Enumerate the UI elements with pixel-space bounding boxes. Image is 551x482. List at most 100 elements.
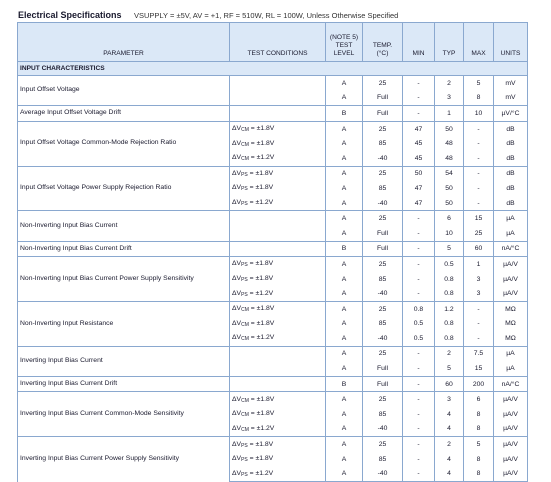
min-cell: -	[402, 361, 435, 377]
level-cell: A	[325, 345, 363, 362]
max-cell: 8	[463, 466, 494, 482]
max-cell: -	[463, 300, 494, 317]
typ-cell: 50	[434, 181, 464, 196]
level-cell: A	[325, 466, 363, 482]
table-row: Input Offset Voltage Common-Mode Rejecti…	[17, 120, 528, 167]
min-cell: 45	[402, 150, 435, 167]
units-cell: µA/V	[493, 256, 528, 272]
typ-cell: 3	[434, 391, 464, 408]
temp-cell: 85	[362, 316, 403, 332]
typ-cell: 0.8	[434, 271, 464, 287]
temp-cell: 85	[362, 136, 403, 151]
max-cell: 1	[463, 256, 494, 272]
min-cell: -	[402, 286, 435, 302]
typ-cell: 5	[434, 240, 464, 257]
title-row: Electrical Specifications VSUPPLY = ±5V,…	[18, 5, 398, 21]
header-temp: TEMP. (°C)	[362, 22, 403, 62]
param-cell: Non-Inverting Input Bias Current Drift	[17, 240, 230, 257]
typ-cell: 60	[434, 375, 464, 392]
temp-cell: Full	[362, 225, 403, 242]
units-cell: nA/°C	[493, 375, 528, 392]
max-cell: 3	[463, 286, 494, 302]
level-cell: A	[325, 271, 363, 287]
units-cell: nA/°C	[493, 240, 528, 257]
max-cell: -	[463, 120, 494, 137]
test-condition-cell	[229, 225, 326, 242]
level-cell: A	[325, 120, 363, 137]
test-condition-cell: ΔVCM = ±1.2V	[229, 421, 326, 437]
max-cell: 5	[463, 436, 494, 452]
min-cell: -	[402, 74, 435, 91]
units-cell: µA/V	[493, 421, 528, 437]
min-cell: 47	[402, 195, 435, 211]
test-condition-cell	[229, 345, 326, 362]
param-cell: Non-Inverting Input Bias Current	[17, 210, 230, 242]
temp-cell: 85	[362, 451, 403, 467]
units-cell: µA	[493, 361, 528, 377]
level-cell: B	[325, 105, 363, 122]
min-cell: 0.5	[402, 316, 435, 332]
max-cell: 15	[463, 361, 494, 377]
level-cell: B	[325, 240, 363, 257]
spec-table: PARAMETER TEST CONDITIONS (NOTE 5) TEST …	[17, 22, 528, 482]
max-cell: -	[463, 331, 494, 347]
typ-cell: 50	[434, 120, 464, 137]
typ-cell: 4	[434, 451, 464, 467]
level-cell: A	[325, 225, 363, 242]
temp-cell: 25	[362, 165, 403, 182]
units-cell: µA/V	[493, 391, 528, 408]
header-units: UNITS	[493, 22, 528, 62]
temp-cell: 25	[362, 436, 403, 452]
units-cell: mV	[493, 74, 528, 91]
param-cell: Input Offset Voltage	[17, 74, 230, 106]
header-level: (NOTE 5) TEST LEVEL	[325, 22, 363, 62]
min-cell: -	[402, 240, 435, 257]
typ-cell: 0.8	[434, 286, 464, 302]
min-cell: -	[402, 451, 435, 467]
units-cell: dB	[493, 165, 528, 182]
table-row: Inverting Input Bias Current A 25-2 7.5 µA	[17, 345, 528, 377]
max-cell: 25	[463, 225, 494, 242]
test-condition-cell: ΔVPS = ±1.8V	[229, 256, 326, 272]
temp-cell: 25	[362, 391, 403, 408]
header-level-line1: (NOTE 5)	[329, 34, 359, 41]
units-cell: µA/V	[493, 286, 528, 302]
units-cell: dB	[493, 136, 528, 151]
level-cell: B	[325, 375, 363, 392]
min-cell: 47	[402, 120, 435, 137]
min-cell: 0.5	[402, 331, 435, 347]
min-cell: -	[402, 210, 435, 226]
spec-conditions: VSUPPLY = ±5V, AV = +1, RF = 510W, RL = …	[134, 11, 399, 20]
table-row: Inverting Input Bias Current Common-Mode…	[17, 391, 528, 437]
param-cell: Inverting Input Bias Current Power Suppl…	[17, 436, 230, 482]
max-cell: -	[463, 136, 494, 151]
temp-cell: -40	[362, 331, 403, 347]
min-cell: 50	[402, 165, 435, 182]
level-cell: A	[325, 300, 363, 317]
min-cell: -	[402, 466, 435, 482]
min-cell: -	[402, 105, 435, 122]
temp-cell: 25	[362, 120, 403, 137]
typ-cell: 0.8	[434, 316, 464, 332]
temp-cell: Full	[362, 361, 403, 377]
min-cell: 45	[402, 136, 435, 151]
temp-cell: -40	[362, 286, 403, 302]
table-row: Inverting Input Bias Current Power Suppl…	[17, 436, 528, 482]
min-cell: -	[402, 436, 435, 452]
typ-cell: 0.5	[434, 256, 464, 272]
units-cell: µA	[493, 210, 528, 226]
param-cell: Inverting Input Bias Current	[17, 345, 230, 377]
test-condition-cell: ΔVCM = ±1.2V	[229, 150, 326, 167]
temp-cell: -40	[362, 466, 403, 482]
units-cell: MΩ	[493, 300, 528, 317]
level-cell: A	[325, 361, 363, 377]
test-condition-cell	[229, 74, 326, 91]
units-cell: µA/V	[493, 436, 528, 452]
level-cell: A	[325, 210, 363, 226]
test-condition-cell: ΔVPS = ±1.8V	[229, 271, 326, 287]
typ-cell: 4	[434, 407, 464, 422]
level-cell: A	[325, 331, 363, 347]
level-cell: A	[325, 74, 363, 91]
units-cell: MΩ	[493, 331, 528, 347]
units-cell: dB	[493, 150, 528, 167]
